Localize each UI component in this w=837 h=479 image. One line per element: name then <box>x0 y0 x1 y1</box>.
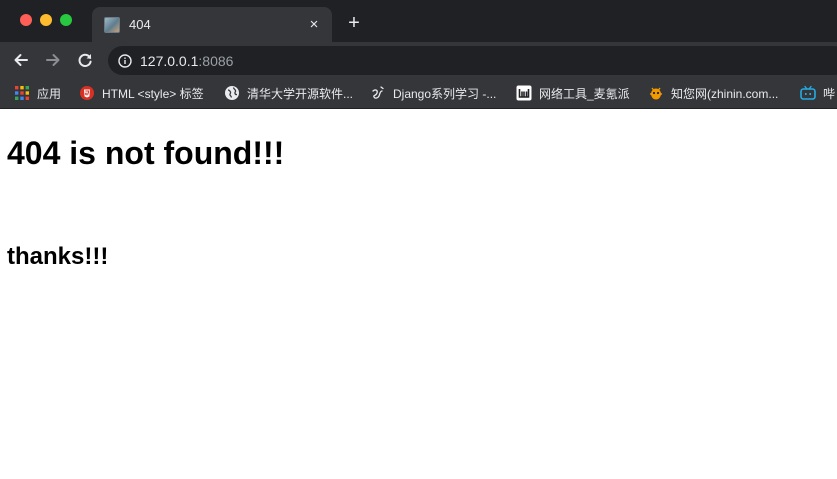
tab-close-icon[interactable]: × <box>306 16 322 33</box>
arrow-left-icon <box>14 54 28 66</box>
info-icon[interactable] <box>118 53 132 68</box>
url-host: 127.0.0.1 <box>140 52 199 69</box>
minimize-window-button[interactable] <box>40 14 52 26</box>
bookmark-apps[interactable]: 应用 <box>14 84 61 102</box>
toolbar: 127.0.0.1 :8086 <box>0 42 837 78</box>
arrow-right-icon <box>46 54 60 66</box>
apps-grid-icon <box>14 85 30 101</box>
bookmark-tsinghua-mirror[interactable]: 清华大学开源软件... <box>224 84 353 102</box>
bookmark-label: 知您网(zhinin.com... <box>671 86 779 101</box>
w-logo-icon <box>516 85 532 101</box>
html5-icon <box>79 85 95 101</box>
tab-active[interactable]: 404 × <box>92 7 332 42</box>
globe-icon <box>224 85 240 101</box>
page-heading: 404 is not found!!! <box>7 135 285 171</box>
bookmark-bilibili[interactable]: 哔 <box>800 84 835 102</box>
bookmarks-bar: 应用 HTML <style> 标签 清华大学开源软件... Django系列学… <box>0 78 837 109</box>
tab-title: 404 <box>129 17 151 32</box>
bug-icon <box>648 85 664 101</box>
bookmark-label: Django系列学习 -... <box>393 86 497 101</box>
bookmark-label: 应用 <box>37 86 62 101</box>
url-port: :8086 <box>198 52 234 69</box>
bookmark-label: 哔 <box>823 86 836 101</box>
om-icon <box>370 85 386 101</box>
bookmark-zhinin[interactable]: 知您网(zhinin.com... <box>648 84 778 102</box>
page-subheading: thanks!!! <box>7 243 109 270</box>
browser-window: 404 × + 127.0.0.1:8086 应用 HTML <style> … <box>0 0 837 479</box>
reload-icon <box>78 53 92 67</box>
window-controls <box>20 14 72 26</box>
bookmark-network-tools[interactable]: 网络工具_麦氪派 <box>516 84 630 102</box>
close-window-button[interactable] <box>20 14 32 26</box>
bookmark-label: HTML <style> 标签 <box>102 86 204 101</box>
tab-strip: 404 × + <box>0 0 837 42</box>
bookmark-django-series[interactable]: Django系列学习 -... <box>370 84 496 102</box>
page-content: 404 is not found!!! thanks!!! <box>0 110 837 479</box>
maximize-window-button[interactable] <box>60 14 72 26</box>
reload-button[interactable] <box>73 48 97 72</box>
bookmark-label: 网络工具_麦氪派 <box>539 86 630 101</box>
tab-favicon-icon <box>104 16 120 33</box>
bilibili-tv-icon <box>800 85 816 101</box>
new-tab-button[interactable]: + <box>344 13 364 33</box>
forward-button[interactable] <box>41 48 65 72</box>
address-bar[interactable]: 127.0.0.1 :8086 <box>108 46 837 75</box>
bookmark-label: 清华大学开源软件... <box>247 86 354 101</box>
back-button[interactable] <box>9 48 33 72</box>
bookmark-html-style[interactable]: HTML <style> 标签 <box>79 84 204 102</box>
